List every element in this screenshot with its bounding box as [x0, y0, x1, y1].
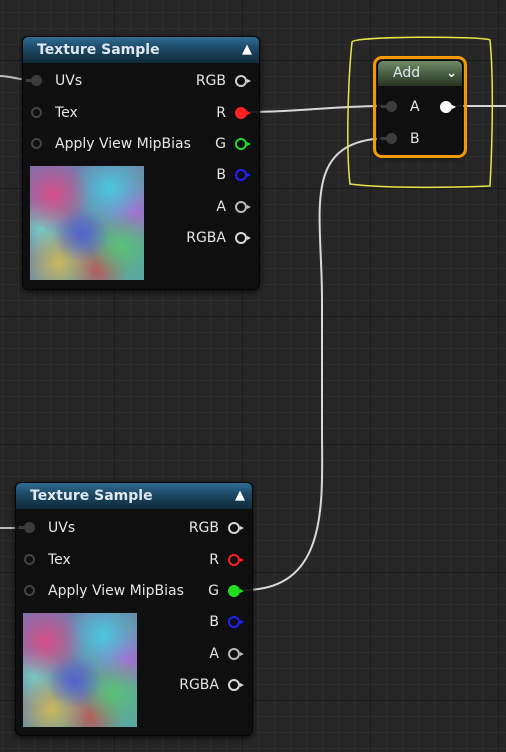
pin-label: B — [209, 614, 219, 630]
pin-label: RGBA — [179, 677, 219, 693]
pin-icon[interactable] — [235, 75, 251, 87]
collapse-arrow-icon[interactable]: ▲ — [235, 483, 245, 509]
pin-label: R — [209, 552, 219, 568]
node-title: Texture Sample — [30, 488, 153, 504]
pin-label: A — [410, 99, 420, 115]
pin-icon[interactable] — [24, 554, 35, 565]
pin-icon[interactable] — [235, 169, 251, 181]
pin-label: R — [216, 105, 226, 121]
output-pin-g[interactable]: G — [139, 134, 259, 154]
output-pin-r[interactable]: R — [132, 550, 252, 570]
pin-icon[interactable] — [228, 616, 244, 628]
pin-label: A — [216, 199, 226, 215]
input-pin-a[interactable]: A — [378, 97, 462, 117]
pin-label: RGBA — [186, 230, 226, 246]
pin-icon[interactable] — [235, 107, 251, 119]
pin-icon[interactable] — [31, 107, 42, 118]
output-pin-rgb[interactable]: RGB — [139, 71, 259, 91]
pin-label: B — [410, 131, 420, 147]
output-pin-rgb[interactable]: RGB — [132, 518, 252, 538]
pin-icon[interactable] — [31, 138, 42, 149]
pin-icon[interactable] — [235, 232, 251, 244]
texture-preview — [29, 165, 145, 281]
pin-icon[interactable] — [381, 101, 397, 112]
output-pin-rgba[interactable]: RGBA — [139, 228, 259, 248]
pin-icon[interactable] — [381, 133, 397, 144]
pin-label: UVs — [55, 73, 83, 89]
pin-icon[interactable] — [24, 585, 35, 596]
add-node[interactable]: Add ⌄ A B — [377, 60, 463, 156]
output-pin-g[interactable]: G — [132, 581, 252, 601]
input-pin-b[interactable]: B — [378, 129, 462, 149]
output-pin-rgba[interactable]: RGBA — [132, 675, 252, 695]
wire-r-to-a — [249, 105, 389, 113]
pin-icon[interactable] — [228, 585, 244, 597]
pin-label: G — [208, 583, 219, 599]
pin-icon[interactable] — [235, 201, 251, 213]
texture-sample-node-2[interactable]: Texture Sample ▲ UVs Tex Apply View MipB… — [15, 482, 253, 736]
pin-label: RGB — [188, 520, 219, 536]
output-pin-icon[interactable] — [440, 101, 456, 113]
pin-icon[interactable] — [228, 679, 244, 691]
wire-g-to-b — [243, 137, 389, 591]
pin-icon[interactable] — [228, 648, 244, 660]
output-pin-a[interactable]: A — [132, 644, 252, 664]
node-header[interactable]: Texture Sample ▲ — [23, 37, 259, 63]
node-title: Add — [393, 65, 421, 81]
texture-preview — [22, 612, 138, 728]
output-pin-a[interactable]: A — [139, 197, 259, 217]
output-pin-b[interactable]: B — [139, 165, 259, 185]
pin-label: RGB — [195, 73, 226, 89]
pin-icon[interactable] — [228, 522, 244, 534]
output-pin-r[interactable]: R — [139, 103, 259, 123]
pin-label: G — [215, 136, 226, 152]
node-header[interactable]: Texture Sample ▲ — [16, 483, 252, 509]
node-title: Texture Sample — [37, 42, 160, 58]
pin-label: UVs — [48, 520, 76, 536]
pin-icon[interactable] — [228, 554, 244, 566]
texture-sample-node-1[interactable]: Texture Sample ▲ UVs Tex Apply View MipB… — [22, 36, 260, 290]
pin-icon[interactable] — [26, 75, 42, 86]
chevron-down-icon[interactable]: ⌄ — [446, 61, 457, 86]
pin-icon[interactable] — [235, 138, 251, 150]
pin-label: Tex — [48, 552, 71, 568]
pin-label: B — [216, 167, 226, 183]
pin-label: A — [209, 646, 219, 662]
collapse-arrow-icon[interactable]: ▲ — [242, 37, 252, 63]
output-pin-b[interactable]: B — [132, 612, 252, 632]
pin-icon[interactable] — [19, 522, 35, 533]
pin-label: Tex — [55, 105, 78, 121]
node-header[interactable]: Add ⌄ — [378, 61, 462, 86]
